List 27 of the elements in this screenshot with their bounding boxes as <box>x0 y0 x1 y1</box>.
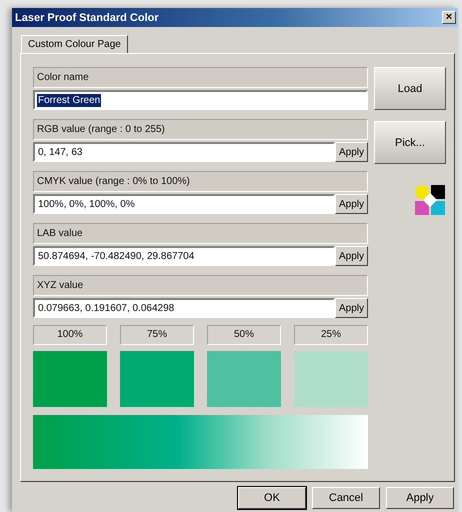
swatch-label: 25% <box>294 325 368 345</box>
input-field[interactable]: 50.874694, -70.482490, 29.867704 <box>33 246 335 266</box>
side-button[interactable]: Pick... <box>374 121 446 164</box>
dialog-button[interactable]: Apply <box>386 487 454 509</box>
swatch-label: 75% <box>120 325 194 345</box>
apply-button[interactable]: Apply <box>335 142 368 162</box>
tab[interactable]: Custom Colour Page <box>21 35 128 53</box>
input-field[interactable]: 0, 147, 63 <box>33 142 335 162</box>
apply-button[interactable]: Apply <box>335 194 368 214</box>
cmyk-icon <box>415 185 445 215</box>
dialog-button[interactable]: Cancel <box>312 487 380 509</box>
input-field[interactable]: 100%, 0%, 100%, 0% <box>33 194 335 214</box>
window-title: Laser Proof Standard Color <box>15 12 159 24</box>
field-label: CMYK value (range : 0% to 100%) <box>33 171 368 192</box>
apply-button[interactable]: Apply <box>335 298 368 318</box>
dialog-button[interactable]: OK <box>238 487 306 509</box>
field-label: LAB value <box>33 223 368 244</box>
input-field[interactable]: 0.079663, 0.191607, 0.064298 <box>33 298 335 318</box>
field-label: Color name <box>33 67 368 88</box>
swatch-label: 100% <box>33 325 107 345</box>
swatch-label: 50% <box>207 325 281 345</box>
close-button[interactable]: × <box>442 11 456 24</box>
input-field[interactable]: Forrest Green <box>33 90 368 110</box>
apply-button[interactable]: Apply <box>335 246 368 266</box>
field-label: RGB value (range : 0 to 255) <box>33 119 368 140</box>
field-label: XYZ value <box>33 275 368 296</box>
side-button[interactable]: Load <box>374 67 446 110</box>
